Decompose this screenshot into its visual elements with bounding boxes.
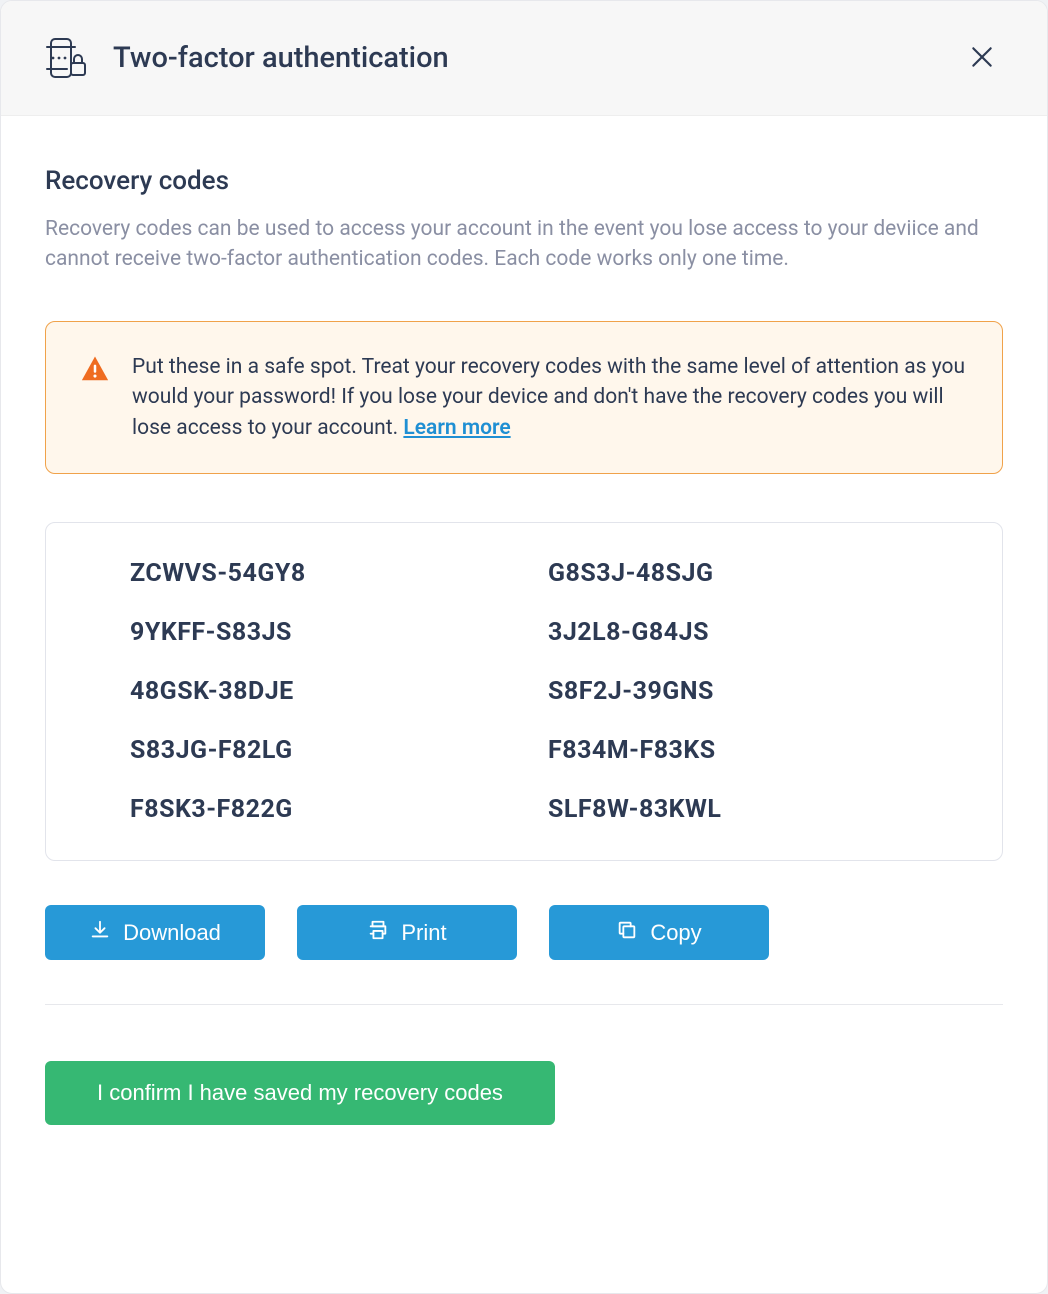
modal-body: Recovery codes Recovery codes can be use… (1, 116, 1047, 1293)
copy-button[interactable]: Copy (549, 905, 769, 960)
two-factor-device-lock-icon (45, 35, 89, 81)
print-button-label: Print (401, 920, 446, 946)
recovery-codes-box: ZCWVS-54GY8 G8S3J-48SJG 9YKFF-S83JS 3J2L… (45, 522, 1003, 861)
warning-banner: Put these in a safe spot. Treat your rec… (45, 321, 1003, 474)
recovery-code: F8SK3-F822G (130, 795, 500, 824)
warning-text: Put these in a safe spot. Treat your rec… (132, 352, 968, 443)
recovery-codes-grid: ZCWVS-54GY8 G8S3J-48SJG 9YKFF-S83JS 3J2L… (130, 559, 918, 824)
warning-triangle-icon (80, 354, 110, 384)
modal-header: Two-factor authentication (1, 1, 1047, 116)
recovery-code: 9YKFF-S83JS (130, 618, 500, 647)
recovery-code: 3J2L8-G84JS (548, 618, 918, 647)
print-button[interactable]: Print (297, 905, 517, 960)
recovery-code: G8S3J-48SJG (548, 559, 918, 588)
warning-text-body: Put these in a safe spot. Treat your rec… (132, 355, 965, 440)
confirm-saved-button[interactable]: I confirm I have saved my recovery codes (45, 1061, 555, 1125)
two-factor-modal: Two-factor authentication Recovery codes… (0, 0, 1048, 1294)
copy-icon (616, 919, 638, 947)
learn-more-link[interactable]: Learn more (403, 416, 510, 440)
download-icon (89, 919, 111, 947)
recovery-code: S8F2J-39GNS (548, 677, 918, 706)
modal-title: Two-factor authentication (113, 41, 449, 75)
download-button[interactable]: Download (45, 905, 265, 960)
download-button-label: Download (123, 920, 221, 946)
recovery-code: SLF8W-83KWL (548, 795, 918, 824)
divider (45, 1004, 1003, 1005)
print-icon (367, 919, 389, 947)
action-buttons-row: Download Print (45, 905, 1003, 960)
recovery-code: ZCWVS-54GY8 (130, 559, 500, 588)
close-icon (969, 44, 995, 73)
recovery-code: S83JG-F82LG (130, 736, 500, 765)
modal-header-left: Two-factor authentication (45, 35, 449, 81)
close-button[interactable] (961, 36, 1003, 81)
section-title: Recovery codes (45, 166, 1003, 196)
section-description: Recovery codes can be used to access you… (45, 214, 1003, 275)
recovery-code: 48GSK-38DJE (130, 677, 500, 706)
recovery-code: F834M-F83KS (548, 736, 918, 765)
copy-button-label: Copy (650, 920, 701, 946)
